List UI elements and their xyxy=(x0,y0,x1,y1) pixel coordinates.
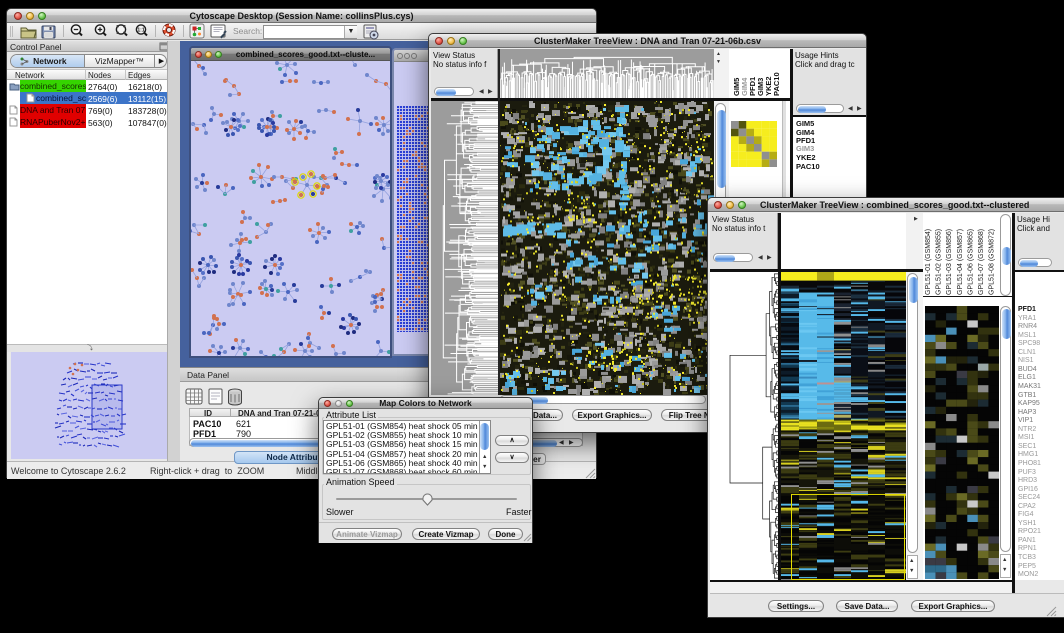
svg-text:PAC10: PAC10 xyxy=(772,72,781,96)
svg-text:GPL51-06 (GSM865): GPL51-06 (GSM865) xyxy=(967,229,974,295)
svg-text:1:1: 1:1 xyxy=(137,28,144,34)
svg-text:GPL51-08 (GSM872): GPL51-08 (GSM872) xyxy=(989,229,996,295)
svg-text:GPL51-01 (GSM854): GPL51-01 (GSM854) xyxy=(925,229,932,295)
svg-text:GPL51-02 (GSM855): GPL51-02 (GSM855) xyxy=(936,229,943,295)
svg-text:GPL51-07 (GSM868): GPL51-07 (GSM868) xyxy=(978,229,985,295)
svg-text:GPL51-03 (GSM856): GPL51-03 (GSM856) xyxy=(946,229,953,295)
svg-text:GPL51-04 (GSM857): GPL51-04 (GSM857) xyxy=(957,229,964,295)
